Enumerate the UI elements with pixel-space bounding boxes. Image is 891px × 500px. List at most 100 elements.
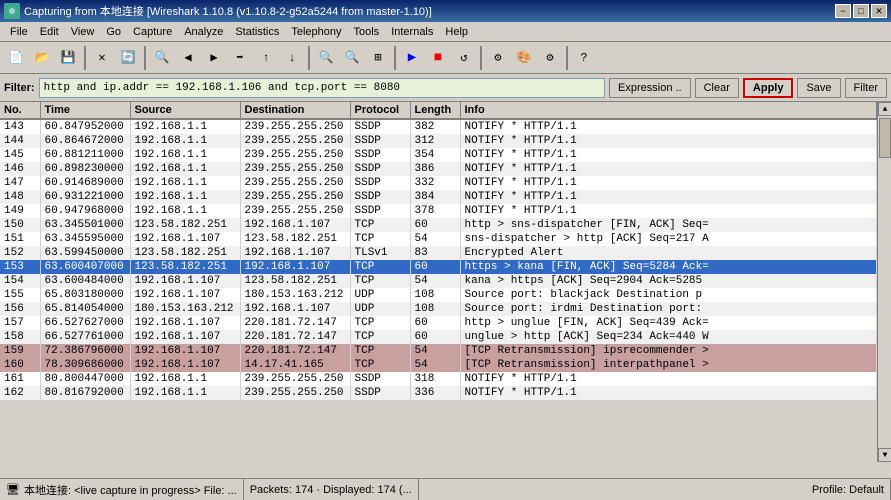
col-header-len[interactable]: Length <box>410 102 460 119</box>
up-button[interactable]: ↑ <box>254 46 278 70</box>
menu-bar: FileEditViewGoCaptureAnalyzeStatisticsTe… <box>0 22 891 42</box>
menu-item-help[interactable]: Help <box>439 24 474 40</box>
col-header-proto[interactable]: Protocol <box>350 102 410 119</box>
close-button[interactable]: ✕ <box>871 4 887 18</box>
cell-proto: SSDP <box>350 162 410 176</box>
minimize-button[interactable]: − <box>835 4 851 18</box>
cell-no: 145 <box>0 148 40 162</box>
cell-time: 60.847952000 <box>40 119 130 134</box>
cell-dst: 220.181.72.147 <box>240 316 350 330</box>
table-row[interactable]: 14460.864672000192.168.1.1239.255.255.25… <box>0 134 877 148</box>
table-row[interactable]: 15063.345501000123.58.182.251192.168.1.1… <box>0 218 877 232</box>
capture-restart[interactable]: ↺ <box>452 46 476 70</box>
capture-stop[interactable]: ■ <box>426 46 450 70</box>
go-button[interactable]: ➡ <box>228 46 252 70</box>
save-filter-button[interactable]: Save <box>797 78 840 98</box>
table-row[interactable]: 15263.599450000123.58.182.251192.168.1.1… <box>0 246 877 260</box>
menu-item-edit[interactable]: Edit <box>34 24 65 40</box>
zoom-fit-button[interactable]: ⊞ <box>366 46 390 70</box>
cell-info: sns-dispatcher > http [ACK] Seq=217 A <box>460 232 877 246</box>
menu-item-file[interactable]: File <box>4 24 34 40</box>
table-row[interactable]: 14660.898230000192.168.1.1239.255.255.25… <box>0 162 877 176</box>
cell-proto: SSDP <box>350 134 410 148</box>
capture-start[interactable]: ▶ <box>400 46 424 70</box>
cell-src: 192.168.1.1 <box>130 162 240 176</box>
scroll-thumb[interactable] <box>879 118 891 158</box>
col-header-dst[interactable]: Destination <box>240 102 350 119</box>
menu-item-capture[interactable]: Capture <box>127 24 178 40</box>
cell-dst: 239.255.255.250 <box>240 386 350 400</box>
scroll-up[interactable]: ▲ <box>878 102 891 116</box>
table-row[interactable]: 16180.800447000192.168.1.1239.255.255.25… <box>0 372 877 386</box>
table-header: No. Time Source Destination Protocol Len… <box>0 102 877 119</box>
cell-dst: 239.255.255.250 <box>240 162 350 176</box>
open-button[interactable]: 📂 <box>30 46 54 70</box>
save-button[interactable]: 💾 <box>56 46 80 70</box>
cell-no: 162 <box>0 386 40 400</box>
menu-item-view[interactable]: View <box>65 24 101 40</box>
table-row[interactable]: 15665.814054000180.153.163.212192.168.1.… <box>0 302 877 316</box>
cell-dst: 239.255.255.250 <box>240 190 350 204</box>
zoom-out-button[interactable]: 🔍 <box>340 46 364 70</box>
close-capture-button[interactable]: ✕ <box>90 46 114 70</box>
cell-time: 65.803180000 <box>40 288 130 302</box>
table-row[interactable]: 15363.600407000123.58.182.251192.168.1.1… <box>0 260 877 274</box>
window-controls: − □ ✕ <box>835 4 887 18</box>
table-row[interactable]: 15766.527627000192.168.1.107220.181.72.1… <box>0 316 877 330</box>
zoom-in-button[interactable]: 🔍 <box>314 46 338 70</box>
cell-src: 192.168.1.107 <box>130 344 240 358</box>
clear-button[interactable]: Clear <box>695 78 739 98</box>
cell-time: 60.914689000 <box>40 176 130 190</box>
cell-len: 312 <box>410 134 460 148</box>
table-row[interactable]: 15463.600484000192.168.1.107123.58.182.2… <box>0 274 877 288</box>
table-row[interactable]: 14960.947968000192.168.1.1239.255.255.25… <box>0 204 877 218</box>
prefs-button[interactable]: ⚙ <box>538 46 562 70</box>
menu-item-go[interactable]: Go <box>100 24 127 40</box>
menu-item-tools[interactable]: Tools <box>348 24 386 40</box>
apply-button[interactable]: Apply <box>743 78 794 98</box>
back-button[interactable]: ◀ <box>176 46 200 70</box>
menu-item-telephony[interactable]: Telephony <box>285 24 347 40</box>
cell-src: 192.168.1.1 <box>130 386 240 400</box>
table-row[interactable]: 15866.527761000192.168.1.107220.181.72.1… <box>0 330 877 344</box>
new-button[interactable]: 📄 <box>4 46 28 70</box>
forward-button[interactable]: ▶ <box>202 46 226 70</box>
expression-button[interactable]: Expression .. <box>609 78 691 98</box>
find-button[interactable]: 🔍 <box>150 46 174 70</box>
menu-item-statistics[interactable]: Statistics <box>229 24 285 40</box>
col-header-src[interactable]: Source <box>130 102 240 119</box>
cell-len: 54 <box>410 274 460 288</box>
cell-info: NOTIFY * HTTP/1.1 <box>460 386 877 400</box>
vertical-scrollbar[interactable]: ▲ ▼ <box>877 102 891 462</box>
col-header-info[interactable]: Info <box>460 102 877 119</box>
table-row[interactable]: 15972.386796000192.168.1.107220.181.72.1… <box>0 344 877 358</box>
down-button[interactable]: ↓ <box>280 46 304 70</box>
table-row[interactable]: 16078.309686000192.168.1.10714.17.41.165… <box>0 358 877 372</box>
restore-button[interactable]: □ <box>853 4 869 18</box>
table-row[interactable]: 15163.345595000192.168.1.107123.58.182.2… <box>0 232 877 246</box>
col-header-no[interactable]: No. <box>0 102 40 119</box>
scroll-down[interactable]: ▼ <box>878 448 891 462</box>
table-row[interactable]: 14360.847952000192.168.1.1239.255.255.25… <box>0 119 877 134</box>
menu-item-analyze[interactable]: Analyze <box>178 24 229 40</box>
table-row[interactable]: 14760.914689000192.168.1.1239.255.255.25… <box>0 176 877 190</box>
table-row[interactable]: 14860.931221000192.168.1.1239.255.255.25… <box>0 190 877 204</box>
table-row[interactable]: 14560.881211000192.168.1.1239.255.255.25… <box>0 148 877 162</box>
cell-dst: 239.255.255.250 <box>240 204 350 218</box>
app-icon <box>4 3 20 19</box>
col-header-time[interactable]: Time <box>40 102 130 119</box>
cell-no: 144 <box>0 134 40 148</box>
filter-input[interactable] <box>39 78 605 98</box>
filter-bar: Filter: Expression .. Clear Apply Save F… <box>0 74 891 102</box>
filter-apply-tb[interactable]: ⚙ <box>486 46 510 70</box>
help-button[interactable]: ? <box>572 46 596 70</box>
colorize-button[interactable]: 🎨 <box>512 46 536 70</box>
cell-no: 160 <box>0 358 40 372</box>
filter-button[interactable]: Filter <box>845 78 887 98</box>
cell-len: 60 <box>410 260 460 274</box>
table-row[interactable]: 16280.816792000192.168.1.1239.255.255.25… <box>0 386 877 400</box>
menu-item-internals[interactable]: Internals <box>385 24 439 40</box>
cell-proto: TCP <box>350 316 410 330</box>
reload-button[interactable]: 🔄 <box>116 46 140 70</box>
table-row[interactable]: 15565.803180000192.168.1.107180.153.163.… <box>0 288 877 302</box>
